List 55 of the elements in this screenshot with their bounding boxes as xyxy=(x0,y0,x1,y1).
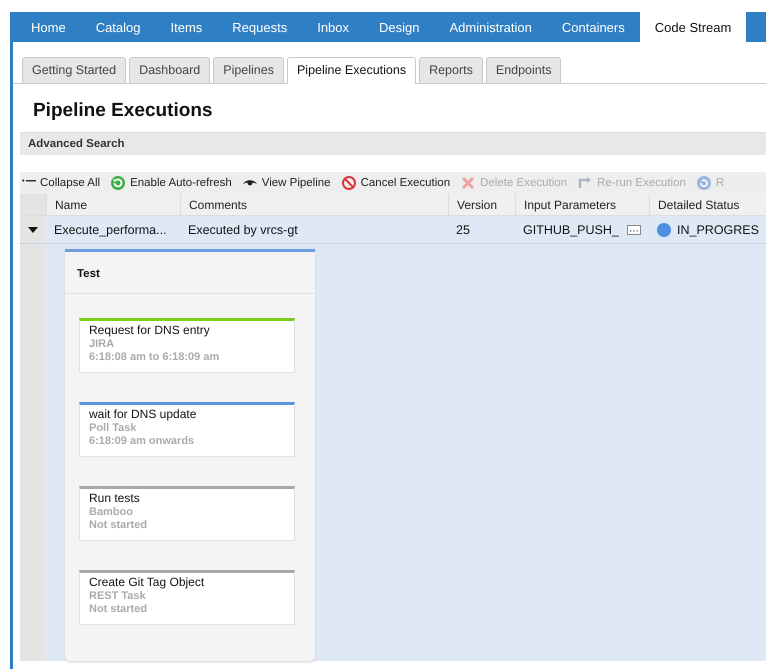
refresh-icon xyxy=(110,175,126,191)
column-header[interactable]: Detailed Status xyxy=(649,194,759,215)
task-time: 6:18:09 am onwards xyxy=(89,435,196,447)
page-title: Pipeline Executions xyxy=(33,100,214,122)
task-type: Poll Task xyxy=(89,422,138,434)
stage-title: Test xyxy=(77,268,100,280)
task-type: JIRA xyxy=(89,338,116,350)
toolbar-button[interactable]: Cancel Execution xyxy=(340,175,450,191)
task-time: 6:18:08 am to 6:18:09 am xyxy=(89,351,220,363)
cancel-icon xyxy=(340,175,357,191)
sub-tab[interactable]: Pipeline Executions xyxy=(286,57,416,84)
x-icon xyxy=(460,175,476,191)
nav-tab[interactable]: Catalog xyxy=(80,12,156,42)
sub-tab[interactable]: Reports xyxy=(419,57,483,83)
sub-tab[interactable]: Pipelines xyxy=(213,57,284,83)
sub-tab[interactable]: Endpoints xyxy=(486,57,562,83)
table-cell-text: Execute_performa... xyxy=(53,222,168,236)
caret-icon[interactable] xyxy=(28,226,38,232)
table-cell: GITHUB_PUSH_ xyxy=(523,222,619,236)
task-time: Not started xyxy=(89,519,148,531)
task-time: Not started xyxy=(89,603,148,615)
advanced-search-bar[interactable]: Advanced Search xyxy=(20,132,766,155)
collapse-icon xyxy=(22,179,36,182)
nav-tab[interactable]: Administration xyxy=(434,12,547,42)
toolbar-button[interactable]: Collapse All xyxy=(22,175,100,191)
toolbar-button[interactable]: View Pipeline xyxy=(242,175,331,191)
toolbar-button[interactable]: Enable Auto-refresh xyxy=(110,175,232,191)
nav-tab[interactable]: Items xyxy=(156,12,218,42)
task-name: Request for DNS entry xyxy=(89,323,211,337)
sub-tab[interactable]: Dashboard xyxy=(129,57,210,83)
nav-tab[interactable]: Requests xyxy=(217,12,302,42)
task-card[interactable]: Run tests Bamboo Not started xyxy=(79,486,295,541)
task-card[interactable]: Request for DNS entry JIRA 6:18:08 am to 6:18:09 am xyxy=(79,318,295,373)
nav-tab[interactable]: Containers xyxy=(546,12,640,42)
nav-tab[interactable]: Inbox xyxy=(302,12,364,42)
table-cell-text: Executed by vrcs-gt xyxy=(187,222,299,236)
table-cell-text: 25 xyxy=(455,222,471,236)
column-header[interactable]: Version xyxy=(448,194,515,215)
rerun-icon xyxy=(577,175,594,191)
column-header[interactable]: Name xyxy=(46,194,180,215)
nav-tab[interactable]: Design xyxy=(364,12,434,42)
nav-tab[interactable]: Code Stream xyxy=(640,12,746,42)
task-card[interactable]: wait for DNS update Poll Task 6:18:09 am onwards xyxy=(79,402,295,457)
column-header[interactable]: Comments xyxy=(180,194,448,215)
task-name: wait for DNS update xyxy=(89,407,198,421)
nav-tab[interactable]: Home xyxy=(16,12,81,42)
sub-tab[interactable]: Getting Started xyxy=(22,57,126,83)
task-type: REST Task xyxy=(89,590,147,602)
more-icon[interactable] xyxy=(626,224,641,234)
task-name: Run tests xyxy=(89,491,141,505)
task-type: Bamboo xyxy=(89,506,134,518)
task-card[interactable]: Create Git Tag Object REST Task Not started xyxy=(79,570,295,625)
status-text: IN_PROGRES xyxy=(677,222,759,236)
column-header[interactable]: Input Parameters xyxy=(515,194,649,215)
task-name: Create Git Tag Object xyxy=(89,575,206,589)
